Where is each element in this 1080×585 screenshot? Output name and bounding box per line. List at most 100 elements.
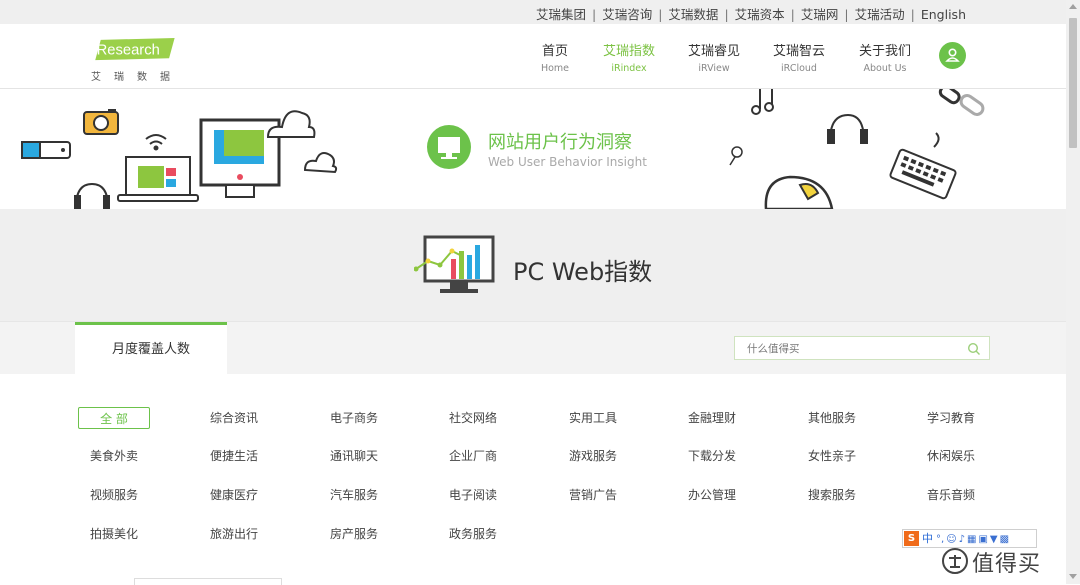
nav-label: 关于我们 xyxy=(858,44,911,59)
top-link[interactable]: 艾瑞活动 xyxy=(851,7,909,22)
category-item[interactable]: 电子商务 xyxy=(318,407,390,429)
category-item[interactable]: 企业厂商 xyxy=(437,445,509,467)
watermark-text: 值得买 xyxy=(972,552,1042,577)
tabs-bar: 月度覆盖人数 xyxy=(0,321,1066,375)
banner-subtitle: Web User Behavior Insight xyxy=(488,155,647,169)
music-note-icon xyxy=(751,89,774,115)
search-icon[interactable] xyxy=(967,342,981,356)
top-link-separator: | xyxy=(844,7,849,22)
category-item[interactable]: 学习教育 xyxy=(915,407,987,429)
ime-keyboard-icon[interactable]: ▦ xyxy=(966,534,977,545)
top-link-separator: | xyxy=(724,7,729,22)
header: iResearch 艾瑞数据 首页 Home 艾瑞指数 iRindex 艾瑞睿见 iRVi… xyxy=(0,24,1066,89)
watermark-logo-icon xyxy=(942,548,968,574)
page-scrollbar[interactable] xyxy=(1066,0,1080,584)
category-item[interactable]: 办公管理 xyxy=(676,484,748,506)
category-item[interactable]: 女性亲子 xyxy=(796,445,868,467)
top-link[interactable]: 艾瑞咨询 xyxy=(598,7,656,22)
top-links-bar: 艾瑞集团 | 艾瑞咨询 | 艾瑞数据 | 艾瑞资本 | 艾瑞网 | 艾瑞活动 | English xyxy=(0,0,1066,24)
scroll-up-icon[interactable] xyxy=(1069,4,1077,9)
ime-skin-icon[interactable]: ▣ xyxy=(977,534,988,545)
ime-punct-icon[interactable]: °, xyxy=(935,534,945,545)
nav-item-about-us[interactable]: 关于我们 About Us xyxy=(845,40,925,74)
watermark: 值得买 xyxy=(941,545,1063,577)
category-item[interactable]: 音乐音频 xyxy=(915,484,987,506)
category-item[interactable]: 营销广告 xyxy=(557,484,629,506)
category-item[interactable]: 实用工具 xyxy=(557,407,629,429)
tab-monthly-coverage[interactable]: 月度覆盖人数 xyxy=(75,322,227,375)
chain-icon xyxy=(938,89,985,116)
scroll-thumb[interactable] xyxy=(1069,18,1077,148)
category-item[interactable]: 休闲娱乐 xyxy=(915,445,987,467)
category-item[interactable]: 拍摄美化 xyxy=(78,523,150,545)
category-item[interactable]: 游戏服务 xyxy=(557,445,629,467)
category-item[interactable]: 通讯聊天 xyxy=(318,445,390,467)
usb-icon xyxy=(21,141,71,159)
chart-monitor-icon xyxy=(414,235,495,293)
top-link-separator: | xyxy=(910,7,915,22)
nav-item-ircloud[interactable]: 艾瑞智云 iRCloud xyxy=(759,40,839,74)
user-icon xyxy=(945,48,960,62)
page-title-area: PC Web指数 xyxy=(0,209,1066,321)
keyboard-icon xyxy=(889,132,957,200)
scroll-down-icon[interactable] xyxy=(1069,574,1077,579)
ime-mode[interactable]: 中 xyxy=(920,532,935,545)
category-item[interactable]: 便捷生活 xyxy=(198,445,270,467)
nav-sublabel: Home xyxy=(540,63,570,74)
category-item[interactable]: 金融理财 xyxy=(676,407,748,429)
category-item[interactable]: 综合资讯 xyxy=(198,407,270,429)
ime-menu-icon[interactable]: ▩ xyxy=(999,534,1010,545)
nav-sublabel: iRView xyxy=(698,63,730,74)
category-item[interactable]: 旅游出行 xyxy=(198,523,270,545)
category-item[interactable]: 健康医疗 xyxy=(198,484,270,506)
monitor-illustration-icon xyxy=(199,118,281,198)
camera-icon xyxy=(83,109,119,135)
top-link[interactable]: 艾瑞集团 xyxy=(532,7,590,22)
category-item[interactable]: 下载分发 xyxy=(676,445,748,467)
nav-label: 艾瑞睿见 xyxy=(687,44,740,59)
top-link-separator: | xyxy=(591,7,597,22)
nav-sublabel: About Us xyxy=(863,63,907,74)
category-item[interactable]: 房产服务 xyxy=(318,523,390,545)
category-grid: 全 部 综合资讯 电子商务 社交网络 实用工具 金融理财 其他服务 学习教育美食外卖 便捷生活 通… xyxy=(0,374,1066,584)
category-item[interactable]: 其他服务 xyxy=(796,407,868,429)
nav-sublabel: iRindex xyxy=(611,63,647,74)
nav-sublabel: iRCloud xyxy=(781,63,817,74)
top-link[interactable]: 艾瑞数据 xyxy=(664,7,722,22)
logo[interactable]: iResearch 艾瑞数据 xyxy=(88,38,180,83)
category-item[interactable]: 社交网络 xyxy=(437,407,509,429)
top-links: 艾瑞集团 | 艾瑞咨询 | 艾瑞数据 | 艾瑞资本 | 艾瑞网 | 艾瑞活动 | English xyxy=(532,4,970,23)
ime-shirt-icon[interactable]: ▼ xyxy=(989,534,999,545)
search-input[interactable] xyxy=(745,340,969,358)
ime-mic-icon[interactable]: ♪ xyxy=(958,534,966,545)
logo-mark: iResearch xyxy=(93,38,175,61)
logo-text: iResearch xyxy=(93,43,159,59)
nav-label: 艾瑞指数 xyxy=(602,44,655,59)
category-item[interactable]: 电子阅读 xyxy=(437,484,509,506)
top-link[interactable]: English xyxy=(917,7,970,22)
category-item[interactable]: 全 部 xyxy=(78,407,150,429)
category-item[interactable]: 美食外卖 xyxy=(78,445,150,467)
laptop-icon xyxy=(117,156,199,202)
category-item[interactable]: 搜索服务 xyxy=(796,484,868,506)
mouse-icon xyxy=(764,175,834,209)
nav-label: 首页 xyxy=(541,44,568,59)
category-item[interactable]: 视频服务 xyxy=(78,484,150,506)
category-item[interactable]: 汽车服务 xyxy=(318,484,390,506)
category-item[interactable]: 政务服务 xyxy=(437,523,509,545)
wifi-icon xyxy=(145,134,167,151)
top-link-separator: | xyxy=(790,7,795,22)
headphones-icon-right xyxy=(827,113,868,144)
microphone-icon xyxy=(729,146,743,166)
top-link[interactable]: 艾瑞网 xyxy=(797,7,843,22)
nav-label: 艾瑞智云 xyxy=(772,44,825,59)
nav-item-irindex[interactable]: 艾瑞指数 iRindex xyxy=(589,40,669,74)
hero-banner: 网站用户行为洞察 Web User Behavior Insight xyxy=(0,89,1066,209)
top-link[interactable]: 艾瑞资本 xyxy=(731,7,789,22)
nav-item-irview[interactable]: 艾瑞睿见 iRView xyxy=(674,40,754,74)
ime-logo: S xyxy=(904,531,919,546)
user-account-button[interactable] xyxy=(939,42,966,69)
ime-emoji-icon[interactable]: ☺ xyxy=(945,534,957,545)
search-box xyxy=(734,336,990,360)
nav-item-home[interactable]: 首页 Home xyxy=(515,40,595,74)
